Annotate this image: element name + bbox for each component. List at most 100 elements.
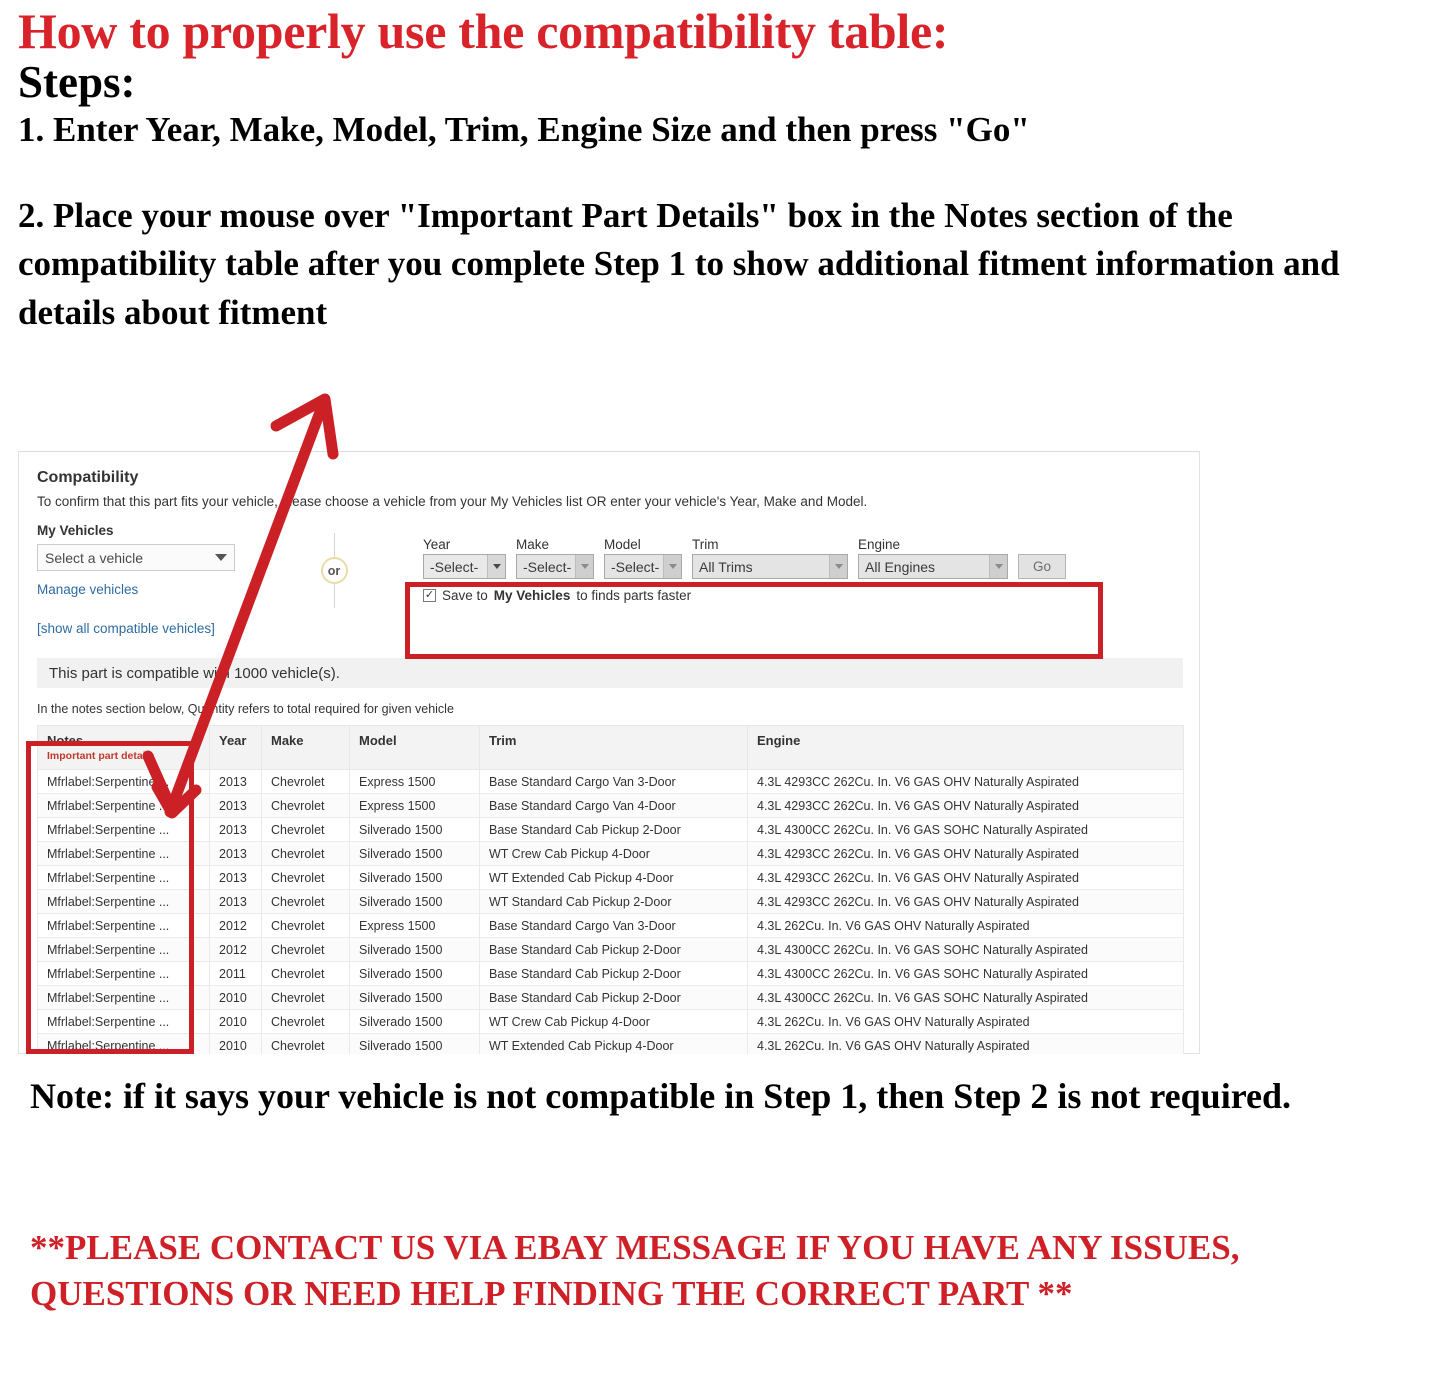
- table-row: Mfrlabel:Serpentine ... 2010 Chevrolet Silv…: [37, 985, 1184, 1010]
- cell-model: Express 1500: [349, 913, 480, 938]
- cell-year: 2013: [209, 769, 262, 794]
- cell-year: 2011: [209, 961, 262, 986]
- cell-notes: Mfrlabel:Serpentine ...: [37, 1009, 210, 1034]
- make-label: Make: [516, 537, 550, 552]
- cell-trim: Base Standard Cargo Van 4-Door: [479, 793, 748, 818]
- model-field-group: Model -Select-: [604, 537, 682, 579]
- cell-year: 2013: [209, 793, 262, 818]
- cell-trim: WT Extended Cab Pickup 4-Door: [479, 865, 748, 890]
- manage-vehicles-link[interactable]: Manage vehicles: [37, 582, 285, 597]
- table-row: Mfrlabel:Serpentine ... 2013 Chevrolet Silv…: [37, 817, 1184, 842]
- cell-year: 2012: [209, 913, 262, 938]
- instructions-block: How to properly use the compatibility ta…: [0, 0, 1445, 337]
- chevron-down-icon: [575, 555, 593, 578]
- cell-notes: Mfrlabel:Serpentine ...: [37, 889, 210, 914]
- cell-year: 2013: [209, 817, 262, 842]
- column-header-year: Year: [209, 725, 262, 770]
- trim-label: Trim: [692, 537, 719, 552]
- cell-model: Silverado 1500: [349, 1033, 480, 1054]
- model-label: Model: [604, 537, 641, 552]
- table-row: Mfrlabel:Serpentine ... 2013 Chevrolet Expr…: [37, 793, 1184, 818]
- cell-model: Silverado 1500: [349, 937, 480, 962]
- compatibility-result-message: This part is compatible with 1000 vehicl…: [37, 658, 1183, 688]
- cell-model: Silverado 1500: [349, 865, 480, 890]
- cell-model: Silverado 1500: [349, 889, 480, 914]
- cell-year: 2010: [209, 985, 262, 1010]
- my-vehicles-select[interactable]: Select a vehicle: [37, 544, 235, 571]
- engine-select[interactable]: All Engines: [858, 554, 1008, 579]
- step-1-text: 1. Enter Year, Make, Model, Trim, Engine…: [18, 109, 1030, 149]
- cell-notes: Mfrlabel:Serpentine ...: [37, 769, 210, 794]
- cell-engine: 4.3L 4293CC 262Cu. In. V6 GAS OHV Natura…: [747, 841, 1184, 866]
- cell-model: Silverado 1500: [349, 841, 480, 866]
- page-title: How to properly use the compatibility ta…: [18, 3, 949, 59]
- save-text-post: to finds parts faster: [576, 588, 692, 603]
- step-spacer: [18, 150, 1427, 192]
- year-label: Year: [423, 537, 451, 552]
- cell-make: Chevrolet: [261, 913, 350, 938]
- cell-engine: 4.3L 4293CC 262Cu. In. V6 GAS OHV Natura…: [747, 889, 1184, 914]
- make-field-group: Make -Select-: [516, 537, 594, 579]
- fitment-table-body: Mfrlabel:Serpentine ... 2013 Chevrolet Expr…: [37, 769, 1184, 1054]
- cell-engine: 4.3L 4300CC 262Cu. In. V6 GAS SOHC Natur…: [747, 985, 1184, 1010]
- my-vehicles-column: My Vehicles Select a vehicle Manage vehi…: [35, 523, 285, 636]
- cell-make: Chevrolet: [261, 1033, 350, 1054]
- chevron-down-icon: [989, 555, 1007, 578]
- cell-engine: 4.3L 262Cu. In. V6 GAS OHV Naturally Asp…: [747, 1009, 1184, 1034]
- table-header-row: Notes Important part details Year Make M…: [37, 725, 1184, 770]
- column-header-notes-label: Notes: [47, 733, 84, 748]
- cell-notes: Mfrlabel:Serpentine ...: [37, 793, 210, 818]
- cell-make: Chevrolet: [261, 889, 350, 914]
- cell-trim: WT Crew Cab Pickup 4-Door: [479, 841, 748, 866]
- cell-trim: WT Standard Cab Pickup 2-Door: [479, 889, 748, 914]
- chevron-down-icon: [663, 555, 681, 578]
- cell-year: 2010: [209, 1009, 262, 1034]
- column-header-make: Make: [261, 725, 350, 770]
- make-select[interactable]: -Select-: [516, 554, 594, 579]
- table-row: Mfrlabel:Serpentine ... 2013 Chevrolet Silv…: [37, 841, 1184, 866]
- table-row: Mfrlabel:Serpentine ... 2013 Chevrolet Silv…: [37, 889, 1184, 914]
- show-all-compatible-vehicles-link[interactable]: [show all compatible vehicles]: [37, 621, 285, 636]
- cell-model: Express 1500: [349, 793, 480, 818]
- cell-make: Chevrolet: [261, 769, 350, 794]
- cell-notes: Mfrlabel:Serpentine ...: [37, 841, 210, 866]
- trim-select-value: All Trims: [699, 558, 753, 575]
- cell-notes: Mfrlabel:Serpentine ...: [37, 913, 210, 938]
- or-badge: or: [320, 557, 348, 584]
- cell-year: 2012: [209, 937, 262, 962]
- compatibility-heading: Compatibility: [37, 469, 139, 486]
- cell-trim: WT Crew Cab Pickup 4-Door: [479, 1009, 748, 1034]
- save-checkbox[interactable]: ✓: [423, 589, 436, 602]
- save-text-pre: Save to: [442, 588, 488, 603]
- column-header-notes: Notes Important part details: [37, 725, 210, 770]
- chevron-down-icon: [487, 555, 505, 578]
- cell-engine: 4.3L 4300CC 262Cu. In. V6 GAS SOHC Natur…: [747, 937, 1184, 962]
- cell-notes: Mfrlabel:Serpentine ...: [37, 937, 210, 962]
- make-select-value: -Select-: [523, 558, 572, 575]
- save-text-bold: My Vehicles: [493, 588, 571, 603]
- or-rule-top: [333, 533, 335, 557]
- quantity-note: In the notes section below, Quantity ref…: [37, 702, 454, 716]
- vehicle-finder-form: Year -Select- Make -Select- Model -Selec…: [383, 523, 1066, 603]
- cell-model: Silverado 1500: [349, 1009, 480, 1034]
- cell-engine: 4.3L 262Cu. In. V6 GAS OHV Naturally Asp…: [747, 1033, 1184, 1054]
- cell-make: Chevrolet: [261, 1009, 350, 1034]
- cell-engine: 4.3L 262Cu. In. V6 GAS OHV Naturally Asp…: [747, 913, 1184, 938]
- chevron-down-icon: [215, 554, 227, 561]
- engine-select-value: All Engines: [865, 558, 936, 575]
- cell-year: 2013: [209, 841, 262, 866]
- save-to-my-vehicles-row: ✓ Save to My Vehicles to finds parts fas…: [423, 588, 1066, 603]
- trim-field-group: Trim All Trims: [692, 537, 848, 579]
- cell-notes: Mfrlabel:Serpentine ...: [37, 817, 210, 842]
- my-vehicles-label: My Vehicles: [37, 523, 114, 538]
- year-select[interactable]: -Select-: [423, 554, 506, 579]
- cell-engine: 4.3L 4300CC 262Cu. In. V6 GAS SOHC Natur…: [747, 961, 1184, 986]
- cell-model: Express 1500: [349, 769, 480, 794]
- model-select[interactable]: -Select-: [604, 554, 682, 579]
- cell-year: 2010: [209, 1033, 262, 1054]
- column-header-engine: Engine: [747, 725, 1184, 770]
- trim-select[interactable]: All Trims: [692, 554, 848, 579]
- column-header-trim: Trim: [479, 725, 748, 770]
- table-row: Mfrlabel:Serpentine ... 2013 Chevrolet Expr…: [37, 769, 1184, 794]
- go-button[interactable]: Go: [1018, 554, 1066, 579]
